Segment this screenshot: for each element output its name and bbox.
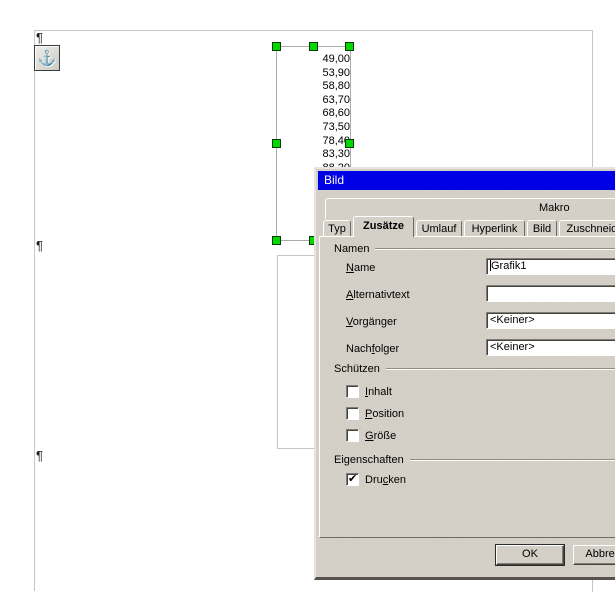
- selection-handle-top-right[interactable]: [345, 42, 354, 51]
- anchor-glyph: ⚓: [38, 49, 57, 67]
- nachfolger-label: Nachfolger: [346, 343, 399, 356]
- alternativtext-label: Alternativtext: [346, 289, 410, 302]
- vorgaenger-input[interactable]: <Keiner>: [486, 312, 615, 329]
- dialog-titlebar[interactable]: Bild: [318, 171, 615, 190]
- tab-strip: Typ Zusätze Umlauf Hyperlink Bild Zuschn…: [323, 216, 615, 237]
- inhalt-row: Inhalt: [346, 385, 392, 398]
- nachfolger-input[interactable]: <Keiner>: [486, 339, 615, 356]
- group-namen-label: Namen: [334, 243, 369, 255]
- text-boundary-top: [34, 30, 592, 31]
- cancel-button[interactable]: Abbrechen: [573, 545, 615, 565]
- group-namen: Namen: [334, 242, 615, 255]
- bild-dialog: Bild Makro Typ Zusätze Umlauf Hyperlink …: [314, 167, 615, 580]
- writer-document-view: { "page": { "paragraph_mark": "¶", "anch…: [0, 0, 615, 594]
- chart-axis-value: 78,40: [280, 135, 350, 149]
- tab-hyperlink[interactable]: Hyperlink: [464, 220, 525, 237]
- position-row: Position: [346, 407, 404, 420]
- inhalt-checkbox[interactable]: [346, 385, 359, 398]
- group-schuetzen: Schützen: [334, 362, 615, 375]
- group-schuetzen-label: Schützen: [334, 363, 380, 375]
- chart-axis-labels[interactable]: 49,0053,9058,8063,7068,6073,5078,4083,30…: [280, 53, 350, 175]
- tab-zusaetze[interactable]: Zusätze: [353, 216, 414, 237]
- selection-handle-middle-right[interactable]: [345, 139, 354, 148]
- inhalt-label[interactable]: Inhalt: [365, 386, 392, 398]
- position-checkbox[interactable]: [346, 407, 359, 420]
- chart-axis-value: 58,80: [280, 80, 350, 94]
- drucken-label[interactable]: Drucken: [365, 474, 406, 486]
- tab-umlauf[interactable]: Umlauf: [416, 220, 462, 237]
- name-input[interactable]: Grafik1: [486, 258, 615, 275]
- tab-makro-label: Makro: [539, 202, 570, 214]
- chart-axis-value: 73,50: [280, 121, 350, 135]
- group-eigenschaften: Eigenschaften: [334, 453, 615, 466]
- selection-handle-middle-left[interactable]: [272, 139, 281, 148]
- chart-axis-value: 83,30: [280, 148, 350, 162]
- tab-bild[interactable]: Bild: [527, 220, 557, 237]
- groesse-label[interactable]: Größe: [365, 430, 396, 442]
- group-eigenschaften-label: Eigenschaften: [334, 454, 404, 466]
- tab-page-zusaetze: Namen Name Grafik1 Alternativtext Vorgän…: [319, 236, 615, 538]
- ok-button[interactable]: OK: [496, 545, 564, 565]
- paragraph-mark: ¶: [36, 449, 43, 462]
- tab-zuschneiden[interactable]: Zuschneiden: [559, 220, 615, 237]
- group-line: [410, 459, 615, 461]
- name-label: Name: [346, 262, 375, 275]
- position-label[interactable]: Position: [365, 408, 404, 420]
- vorgaenger-label: Vorgänger: [346, 316, 397, 329]
- chart-axis-value: 63,70: [280, 94, 350, 108]
- tab-typ[interactable]: Typ: [323, 220, 351, 237]
- selection-handle-bottom-left[interactable]: [272, 236, 281, 245]
- selection-handle-top-middle[interactable]: [309, 42, 318, 51]
- alternativtext-input[interactable]: [486, 285, 615, 302]
- group-line: [375, 248, 615, 250]
- groesse-checkbox[interactable]: [346, 429, 359, 442]
- drucken-checkbox[interactable]: [346, 473, 359, 486]
- chart-axis-value: 53,90: [280, 67, 350, 81]
- anchor-icon[interactable]: ⚓: [34, 45, 60, 71]
- text-boundary-left: [34, 30, 35, 591]
- selection-handle-top-left[interactable]: [272, 42, 281, 51]
- chart-axis-value: 49,00: [280, 53, 350, 67]
- groesse-row: Größe: [346, 429, 396, 442]
- paragraph-mark: ¶: [36, 31, 43, 44]
- paragraph-mark: ¶: [36, 239, 43, 252]
- group-line: [386, 368, 615, 370]
- drucken-row: Drucken: [346, 473, 406, 486]
- chart-axis-value: 68,60: [280, 107, 350, 121]
